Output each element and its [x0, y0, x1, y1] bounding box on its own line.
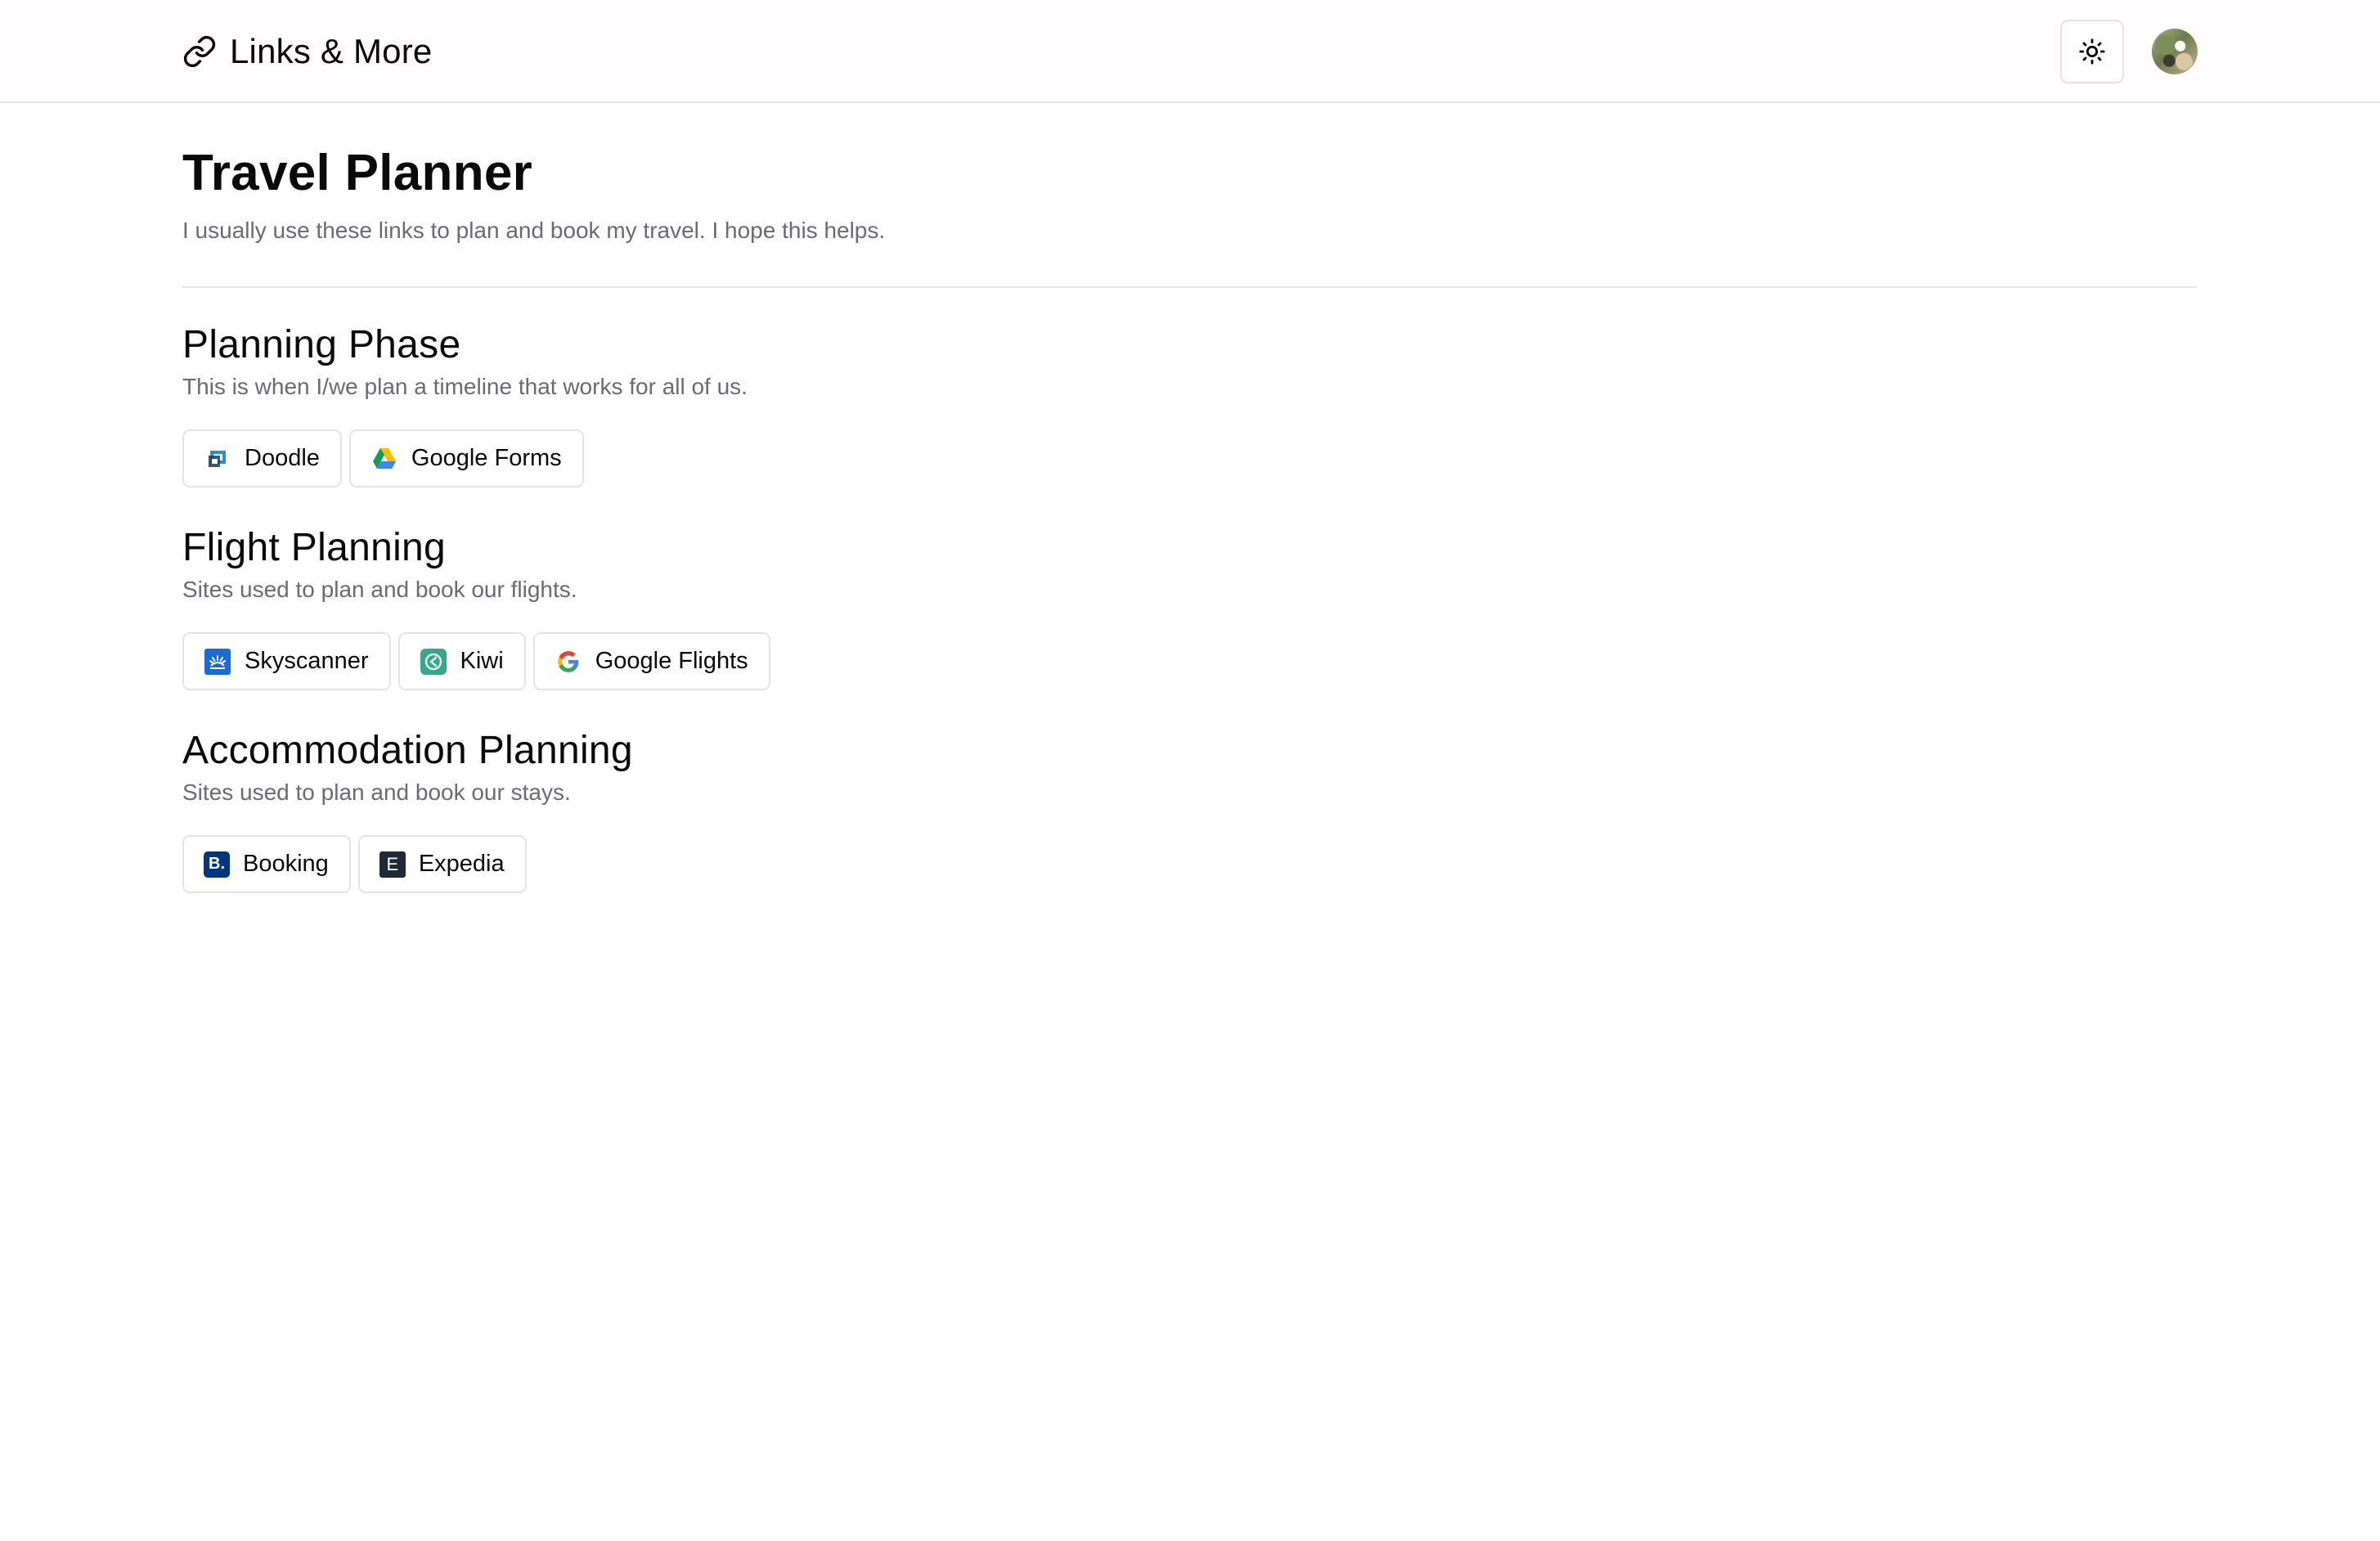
kiwi-icon: [420, 648, 447, 676]
section-description: This is when I/we plan a timeline that w…: [182, 374, 748, 399]
link-google-flights[interactable]: Google Flights: [532, 632, 770, 690]
link-google-forms[interactable]: Google Forms: [348, 429, 584, 487]
section-description: Sites used to plan and book our flights.: [182, 577, 577, 602]
section-title: Accommodation Planning: [182, 729, 633, 772]
section-flight-planning: Flight Planning Sites used to plan and b…: [182, 525, 770, 690]
doodle-icon: [204, 445, 231, 473]
page-title: Travel Planner: [182, 145, 533, 201]
link-doodle[interactable]: Doodle: [182, 429, 342, 487]
divider: [182, 286, 2198, 288]
section-planning-phase: Planning Phase This is when I/we plan a …: [182, 322, 748, 487]
google-icon: [555, 648, 582, 676]
user-avatar[interactable]: [2152, 29, 2198, 74]
top-bar: Links & More: [0, 0, 2380, 103]
link-label: Google Forms: [411, 445, 562, 471]
sun-icon: [2078, 38, 2106, 65]
link-label: Booking: [243, 851, 329, 877]
section-accommodation-planning: Accommodation Planning Sites used to pla…: [182, 728, 633, 893]
link-label: Doodle: [245, 445, 320, 471]
link-label: Google Flights: [595, 648, 748, 674]
theme-toggle-button[interactable]: [2060, 20, 2124, 83]
google-drive-icon: [370, 445, 398, 473]
link-label: Kiwi: [460, 648, 504, 674]
brand[interactable]: Links & More: [182, 27, 433, 76]
link-booking[interactable]: B. Booking: [182, 835, 351, 893]
section-title: Planning Phase: [182, 323, 461, 366]
booking-icon: B.: [204, 851, 230, 878]
link-expedia[interactable]: E Expedia: [357, 835, 527, 893]
link-list: B. Booking E Expedia: [182, 835, 633, 893]
link-list: Skyscanner Kiwi Google Flights: [182, 632, 770, 690]
link-kiwi[interactable]: Kiwi: [397, 632, 526, 690]
section-description: Sites used to plan and book our stays.: [182, 779, 571, 805]
section-title: Flight Planning: [182, 526, 447, 569]
link-list: Doodle Google Forms: [182, 429, 748, 487]
expedia-icon: E: [379, 851, 406, 878]
link-label: Expedia: [418, 851, 505, 877]
brand-title: Links & More: [230, 32, 433, 70]
link-icon: [182, 34, 217, 69]
link-label: Skyscanner: [245, 648, 369, 674]
page-description: I usually use these links to plan and bo…: [182, 218, 886, 243]
skyscanner-icon: [204, 648, 231, 676]
link-skyscanner[interactable]: Skyscanner: [182, 632, 391, 690]
